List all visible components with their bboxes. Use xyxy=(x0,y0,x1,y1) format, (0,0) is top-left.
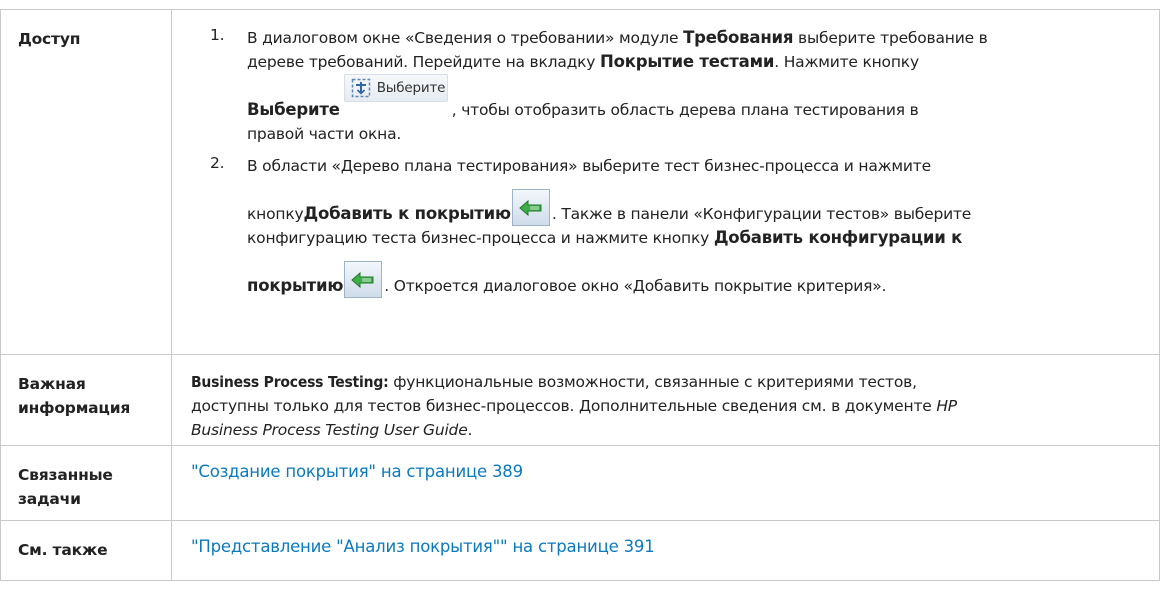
select-tree-icon xyxy=(351,78,371,98)
related-body: "Создание покрытия" на странице 389 xyxy=(171,445,1160,521)
row-see-also: См. также "Представление "Анализ покрыти… xyxy=(0,520,1160,581)
steps-list: 1. В диалоговом окне «Сведения о требова… xyxy=(191,26,1149,298)
step-1-line-4: правой части окна. xyxy=(247,125,402,143)
step-1-line-3: Выберите Выберите , чтобы отобразить обл… xyxy=(247,74,1149,122)
step-2-line-4: покрытию . Откроется диалоговое окно «До… xyxy=(247,250,1149,298)
row-important: Важная информация Business Process Testi… xyxy=(0,354,1160,446)
add-configurations-to-coverage-button[interactable] xyxy=(344,261,383,298)
step-2: 2. В области «Дерево плана тестирования»… xyxy=(191,154,1149,298)
select-button-label: Выберите xyxy=(376,80,446,96)
step-2-number: 2. xyxy=(210,154,225,172)
row-related: Связанные задачи "Создание покрытия" на … xyxy=(0,445,1160,521)
step-2-line-1: В области «Дерево плана тестирования» вы… xyxy=(247,157,931,175)
important-line-1: Business Process Testing: функциональные… xyxy=(191,373,917,391)
see-also-link[interactable]: "Представление "Анализ покрытия"" на стр… xyxy=(191,537,655,556)
row-access: Доступ 1. В диалоговом окне «Сведения о … xyxy=(0,9,1160,355)
step-2-line-3: конфигурацию теста бизнес-процесса и наж… xyxy=(247,228,963,247)
step-1-line-2: дереве требований. Перейдите на вкладку … xyxy=(247,52,919,71)
step-1-number: 1. xyxy=(210,26,225,44)
add-to-coverage-arrow-icon xyxy=(519,199,542,216)
add-to-coverage-button[interactable] xyxy=(511,189,550,226)
help-page: Доступ 1. В диалоговом окне «Сведения о … xyxy=(0,0,1162,603)
select-button[interactable]: Выберите xyxy=(343,74,448,102)
important-body: Business Process Testing: функциональные… xyxy=(171,354,1160,446)
related-task-link[interactable]: "Создание покрытия" на странице 389 xyxy=(191,462,523,481)
important-line-2: доступны только для тестов бизнес-процес… xyxy=(191,397,957,415)
see-also-body: "Представление "Анализ покрытия"" на стр… xyxy=(171,520,1160,581)
access-body: 1. В диалоговом окне «Сведения о требова… xyxy=(171,9,1160,355)
important-line-3: Business Process Testing User Guide. xyxy=(191,421,473,439)
important-label: Важная информация xyxy=(0,354,172,446)
step-2-line-2: кнопку Добавить к покрытию . Также в пан… xyxy=(247,178,1149,226)
info-table: Доступ 1. В диалоговом окне «Сведения о … xyxy=(0,9,1160,581)
step-1-line-1: В диалоговом окне «Сведения о требовании… xyxy=(247,28,988,47)
access-label: Доступ xyxy=(0,9,172,355)
related-label: Связанные задачи xyxy=(0,445,172,521)
add-to-coverage-arrow-icon xyxy=(351,271,374,288)
step-1: 1. В диалоговом окне «Сведения о требова… xyxy=(191,26,1149,146)
see-also-label: См. также xyxy=(0,520,172,581)
